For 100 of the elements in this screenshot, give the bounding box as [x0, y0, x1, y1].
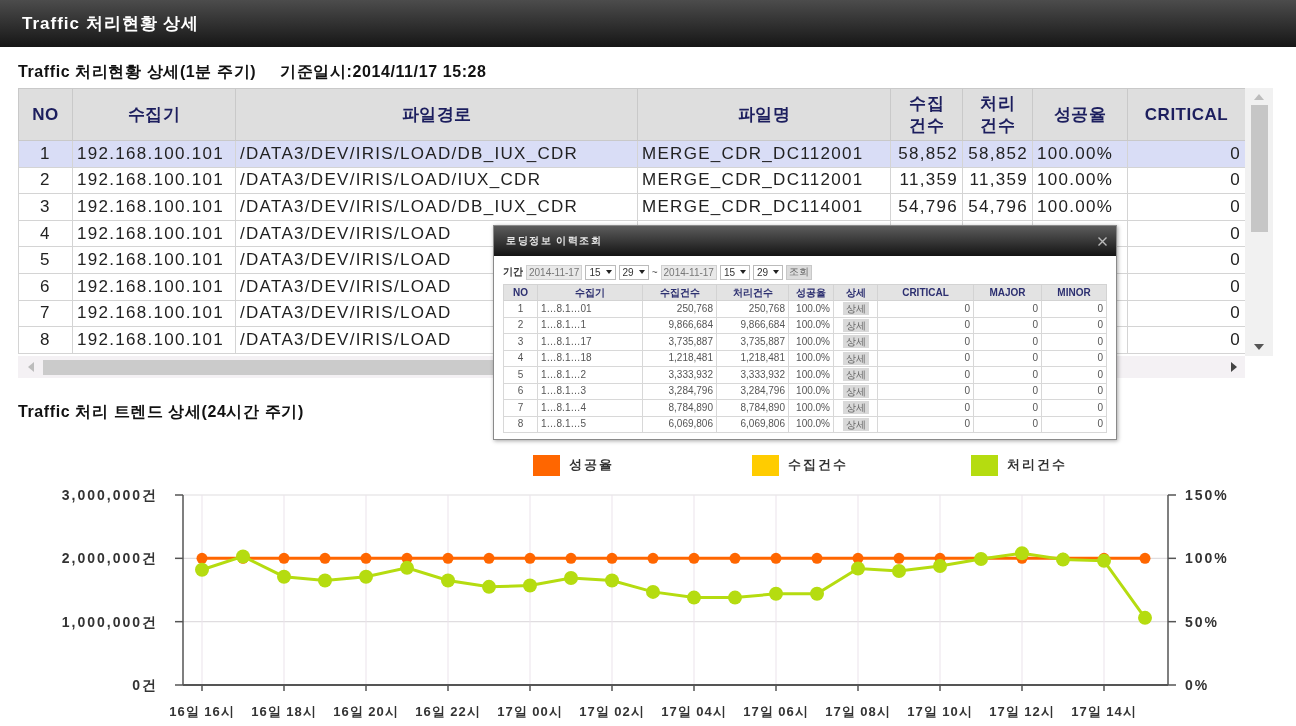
- y-axis-label: 0건: [132, 677, 158, 693]
- column-header: 파일경로: [235, 88, 638, 141]
- table-cell: 58,852: [890, 140, 963, 168]
- legend-label: 처리건수: [1007, 456, 1067, 474]
- table-cell: 1…8.1…3: [537, 383, 643, 400]
- y-axis-label: 150%: [1185, 487, 1229, 503]
- table-cell: 0: [973, 333, 1042, 350]
- table-cell: 1,218,481: [716, 350, 789, 367]
- table-cell: 8,784,890: [716, 399, 789, 416]
- table-cell: 2: [18, 167, 73, 194]
- table-cell: 11,359: [890, 167, 963, 194]
- column-header: 처리 건수: [962, 88, 1033, 141]
- table-cell: 58,852: [962, 140, 1033, 168]
- table-cell: 1,218,481: [642, 350, 717, 367]
- x-axis-label: 17일 04시: [661, 704, 727, 719]
- table-cell: 0: [973, 383, 1042, 400]
- table-cell: 0: [1041, 383, 1107, 400]
- table-cell: 3,333,932: [716, 366, 789, 383]
- table-cell: 5: [503, 366, 538, 383]
- table-cell: 100.0%: [788, 333, 834, 350]
- x-axis-label: 17일 12시: [989, 704, 1055, 719]
- timestamp-label: 기준일시:2014/11/17 15:28: [280, 61, 487, 82]
- table-cell: 3: [503, 333, 538, 350]
- column-header: 상세: [833, 284, 878, 301]
- y-axis-label: 3,000,000건: [61, 487, 158, 503]
- table-cell: 0: [877, 399, 974, 416]
- table-cell: 3,735,887: [716, 333, 789, 350]
- y-axis-label: 1,000,000건: [61, 613, 158, 630]
- page-title: Traffic 처리현황 상세: [22, 13, 200, 35]
- table-cell: 9,866,684: [716, 317, 789, 334]
- table-cell: 192.168.100.101: [72, 193, 236, 221]
- table-cell: 0: [973, 317, 1042, 334]
- table-cell: 100.0%: [788, 300, 834, 317]
- table-cell: 6,069,806: [642, 416, 717, 433]
- table-cell: 3,333,932: [642, 366, 717, 383]
- table-cell: 3: [18, 193, 73, 221]
- table-cell: 100.00%: [1032, 140, 1128, 168]
- table-cell: 100.00%: [1032, 167, 1128, 194]
- table-cell: 0: [877, 317, 974, 334]
- table-cell: 250,768: [716, 300, 789, 317]
- table-cell: 0: [973, 350, 1042, 367]
- table-cell: 3,284,796: [642, 383, 717, 400]
- table-cell: 11,359: [962, 167, 1033, 194]
- table-cell: 0: [1041, 333, 1107, 350]
- column-header: CRITICAL: [1127, 88, 1245, 141]
- dialog-title: 로딩정보 이력조회: [506, 234, 603, 248]
- table-cell: 7: [503, 399, 538, 416]
- table-cell: 192.168.100.101: [72, 326, 236, 354]
- table-cell: 3,735,887: [642, 333, 717, 350]
- y-axis-label: 50%: [1185, 613, 1220, 630]
- table-cell: 192.168.100.101: [72, 273, 236, 301]
- table-cell: 8: [18, 326, 73, 354]
- table-cell: 100.0%: [788, 366, 834, 383]
- section-title: Traffic 처리현황 상세(1분 주기): [18, 61, 257, 82]
- x-axis-label: 17일 06시: [743, 704, 809, 719]
- table-cell: 1…8.1…17: [537, 333, 643, 350]
- table-cell: 4: [18, 220, 73, 247]
- table-cell: 7: [18, 300, 73, 327]
- table-cell: 54,796: [962, 193, 1033, 221]
- x-axis-label: 16일 18시: [251, 704, 317, 719]
- table-cell: MERGE_CDR_DC112001: [637, 140, 891, 168]
- table-cell: 0: [1041, 399, 1107, 416]
- table-cell: 192.168.100.101: [72, 246, 236, 274]
- table-cell: 3,284,796: [716, 383, 789, 400]
- table-cell: /DATA3/DEV/IRIS/LOAD/IUX_CDR: [235, 167, 638, 194]
- table-cell: 100.0%: [788, 350, 834, 367]
- column-header: CRITICAL: [877, 284, 974, 301]
- table-cell: 192.168.100.101: [72, 220, 236, 247]
- table-cell: 1…8.1…4: [537, 399, 643, 416]
- table-cell: 1…8.1…01: [537, 300, 643, 317]
- table-cell: 0: [1041, 366, 1107, 383]
- table-cell: 1: [503, 300, 538, 317]
- table-cell: 192.168.100.101: [72, 300, 236, 327]
- y-axis-label: 0%: [1185, 677, 1210, 693]
- column-header: NO: [503, 284, 538, 301]
- x-axis-label: 17일 08시: [825, 704, 891, 719]
- table-cell: MERGE_CDR_DC114001: [637, 193, 891, 221]
- table-cell: 9,866,684: [642, 317, 717, 334]
- y-axis-label: 2,000,000건: [61, 550, 158, 567]
- table-cell: 6: [503, 383, 538, 400]
- table-cell: /DATA3/DEV/IRIS/LOAD/DB_IUX_CDR: [235, 193, 638, 221]
- table-cell: 8: [503, 416, 538, 433]
- x-axis-label: 16일 16시: [169, 704, 235, 719]
- x-axis-label: 17일 10시: [907, 704, 973, 719]
- column-header: 성공율: [788, 284, 834, 301]
- table-cell: 54,796: [890, 193, 963, 221]
- table-cell: 1…8.1…5: [537, 416, 643, 433]
- table-cell: 0: [973, 366, 1042, 383]
- table-cell: 0: [877, 366, 974, 383]
- table-cell: 0: [973, 416, 1042, 433]
- table-cell: 0: [877, 383, 974, 400]
- table-cell: 8,784,890: [642, 399, 717, 416]
- table-cell: 1…8.1…1: [537, 317, 643, 334]
- table-cell: MERGE_CDR_DC112001: [637, 167, 891, 194]
- column-header: 수집 건수: [890, 88, 963, 141]
- table-cell: 100.0%: [788, 416, 834, 433]
- x-axis-label: 17일 00시: [497, 704, 563, 719]
- column-header: 수집기: [72, 88, 236, 141]
- table-cell: 192.168.100.101: [72, 167, 236, 194]
- table-cell: 0: [1041, 416, 1107, 433]
